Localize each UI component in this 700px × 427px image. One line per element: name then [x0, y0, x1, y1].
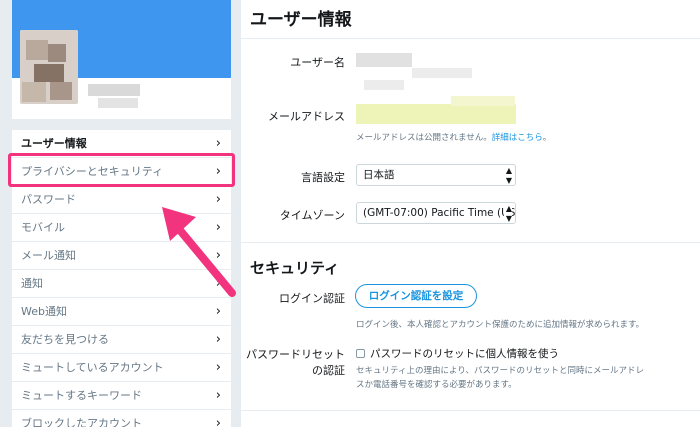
sidebar-item-label: ブロックしたアカウント — [21, 417, 142, 427]
sidebar-item-blocked-accounts[interactable]: ブロックしたアカウント › — [12, 410, 231, 427]
timezone-label: タイムゾーン — [279, 209, 345, 222]
avatar[interactable] — [20, 30, 78, 104]
sidebar-item-label: パスワード — [21, 193, 76, 206]
email-value-blurred-2 — [451, 96, 515, 106]
select-arrows-icon: ▲ ▼ — [503, 165, 512, 185]
email-help-message: メールアドレスは公開されません。 — [356, 133, 492, 143]
sidebar-item-label: メール通知 — [21, 249, 76, 262]
section-divider — [241, 242, 700, 243]
login-verification-label: ログイン認証 — [279, 292, 345, 305]
language-select-value: 日本語 — [363, 169, 395, 181]
pointer-arrow-annotation — [162, 207, 236, 297]
highlight-annotation-box — [8, 153, 235, 187]
sidebar-item-label: ミュートしているアカウント — [21, 361, 164, 374]
sidebar-item-label: 通知 — [21, 277, 43, 290]
username-value-blurred-2 — [412, 68, 472, 78]
profile-card[interactable] — [12, 0, 231, 119]
email-help-end: 。 — [542, 133, 552, 143]
password-reset-checkbox-label[interactable]: パスワードのリセットに個人情報を使う — [370, 346, 559, 361]
sidebar-item-label: ミュートするキーワード — [21, 389, 142, 402]
email-help-link[interactable]: 詳細はこちら — [492, 133, 543, 143]
password-reset-label-line-2: の認証 — [312, 364, 345, 377]
sidebar-item-muted-words[interactable]: ミュートするキーワード › — [12, 382, 231, 410]
sidebar-item-label: モバイル — [21, 221, 65, 234]
profile-handle-blurred — [98, 98, 138, 108]
sidebar-item-label: ユーザー情報 — [21, 137, 87, 150]
sidebar-item-find-friends[interactable]: 友だちを見つける › — [12, 326, 231, 354]
login-verification-help-text: ログイン後、本人確認とアカウント保護のために追加情報が求められます。 — [356, 320, 645, 330]
password-reset-help-line-2: スか電話番号を確認する必要があります。 — [356, 380, 517, 390]
profile-name-blurred — [88, 84, 140, 96]
email-value-blurred[interactable] — [356, 104, 516, 124]
email-help-text: メールアドレスは公開されません。詳細はこちら。 — [356, 131, 551, 143]
sidebar-item-web-notifications[interactable]: Web通知 › — [12, 298, 231, 326]
language-select[interactable]: 日本語 ▲ ▼ — [356, 164, 516, 186]
chevron-right-icon: › — [215, 304, 221, 319]
select-arrows-icon: ▲ ▼ — [503, 203, 512, 223]
chevron-right-icon: › — [215, 332, 221, 347]
sidebar-item-label: Web通知 — [21, 305, 67, 318]
chevron-right-icon: › — [215, 360, 221, 375]
password-reset-help-line-1: セキュリティ上の理由により、パスワードのリセットと同時にメールアドレ — [356, 366, 644, 376]
password-reset-checkbox[interactable] — [356, 349, 365, 358]
email-label: メールアドレス — [268, 110, 345, 123]
username-label: ユーザー名 — [290, 56, 345, 69]
page-header: ユーザー情報 — [241, 0, 700, 39]
page-title: ユーザー情報 — [250, 10, 352, 30]
timezone-select[interactable]: (GMT-07:00) Pacific Time (US ▲ ▼ — [356, 202, 516, 224]
language-label: 言語設定 — [301, 171, 345, 184]
section-divider — [241, 410, 700, 411]
chevron-right-icon: › — [215, 388, 221, 403]
username-value-blurred-3 — [364, 80, 404, 90]
setup-login-verification-button[interactable]: ログイン認証を設定 — [355, 284, 477, 308]
settings-main-panel: ユーザー情報 ユーザー名 メールアドレス メールアドレスは公開されません。詳細は… — [241, 0, 700, 427]
sidebar-item-label: 友だちを見つける — [21, 333, 109, 346]
chevron-right-icon: › — [215, 416, 221, 427]
security-section-title: セキュリティ — [250, 259, 340, 277]
sidebar-item-muted-accounts[interactable]: ミュートしているアカウント › — [12, 354, 231, 382]
password-reset-label-line-1: パスワードリセット — [246, 348, 345, 361]
username-value-blurred[interactable] — [356, 53, 412, 67]
timezone-select-value: (GMT-07:00) Pacific Time (US — [363, 207, 516, 219]
